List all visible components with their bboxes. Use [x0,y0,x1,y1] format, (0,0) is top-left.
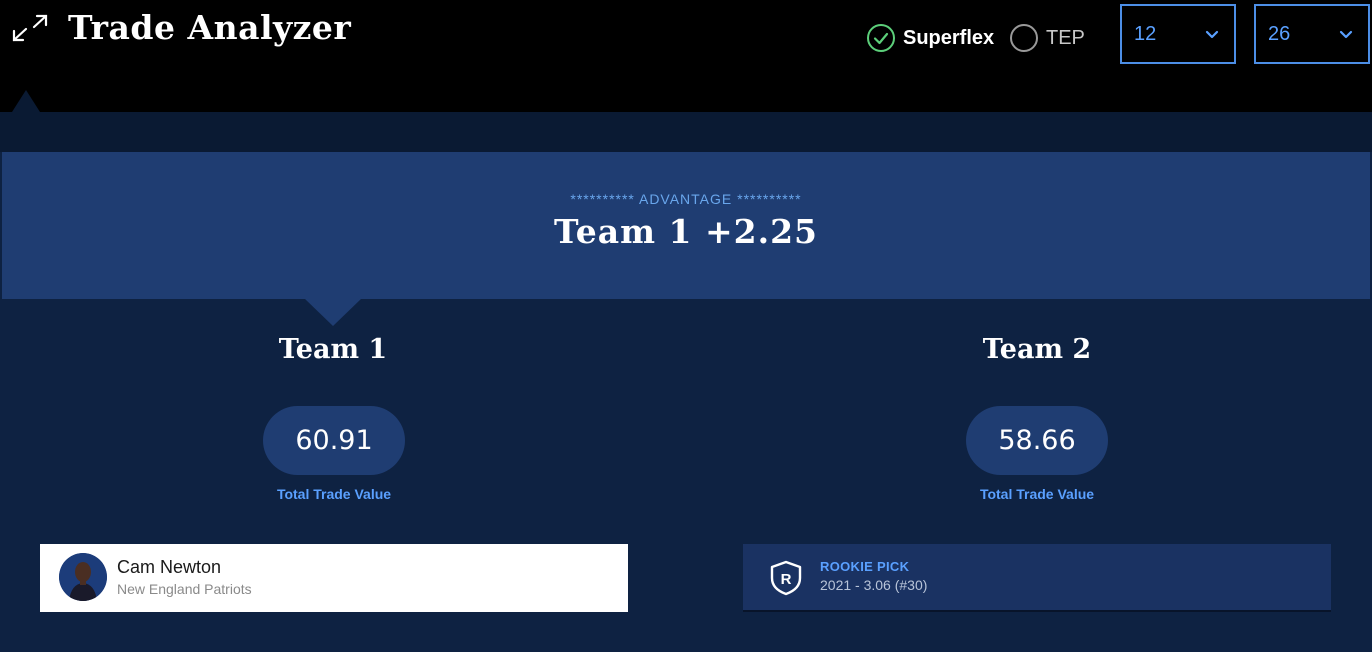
superflex-label: Superflex [903,26,995,49]
league-size-select[interactable]: 12 [1120,4,1236,64]
empty-circle-icon [1010,24,1038,52]
team-2-total-value: 58.66 [966,406,1108,475]
avatar [59,553,107,601]
chevron-down-icon [1205,30,1219,39]
chevron-down-icon [1339,30,1353,39]
team-2-title: Team 2 [982,334,1092,365]
player-team: New England Patriots [117,581,252,597]
advantage-pointer [304,298,362,326]
pick-type-label: ROOKIE PICK [820,559,910,574]
expand-arrows-icon[interactable] [10,12,50,44]
svg-text:R: R [781,571,792,588]
superflex-toggle[interactable]: Superflex [867,24,994,52]
player-name: Cam Newton [117,557,222,577]
team-1-total-value: 60.91 [263,406,405,475]
advantage-caption: ********** ADVANTAGE ********** [570,191,802,207]
check-circle-icon [867,24,895,52]
divider-strip [0,112,1372,152]
advantage-banner: ********** ADVANTAGE ********** Team 1 +… [2,152,1370,299]
topbar-notch [12,90,40,112]
team-2-total-label: Total Trade Value [979,486,1095,502]
team-1-title: Team 1 [278,334,388,365]
pick-detail: 2021 - 3.06 (#30) [820,577,928,593]
roster-size-select[interactable]: 26 [1254,4,1370,64]
top-bar: Trade Analyzer Superflex TEP 12 26 [0,0,1372,112]
player-card[interactable]: Cam Newton New England Patriots [40,544,628,612]
tep-toggle[interactable]: TEP [1010,24,1085,52]
rookie-badge-icon: R [770,560,802,596]
roster-size-value: 26 [1268,22,1291,45]
page-title: Trade Analyzer [68,8,352,47]
rookie-pick-card[interactable]: R ROOKIE PICK 2021 - 3.06 (#30) [743,544,1331,612]
tep-label: TEP [1046,26,1085,49]
league-size-value: 12 [1134,22,1157,45]
advantage-value: Team 1 +2.25 [553,212,819,251]
team-1-total-label: Total Trade Value [276,486,392,502]
